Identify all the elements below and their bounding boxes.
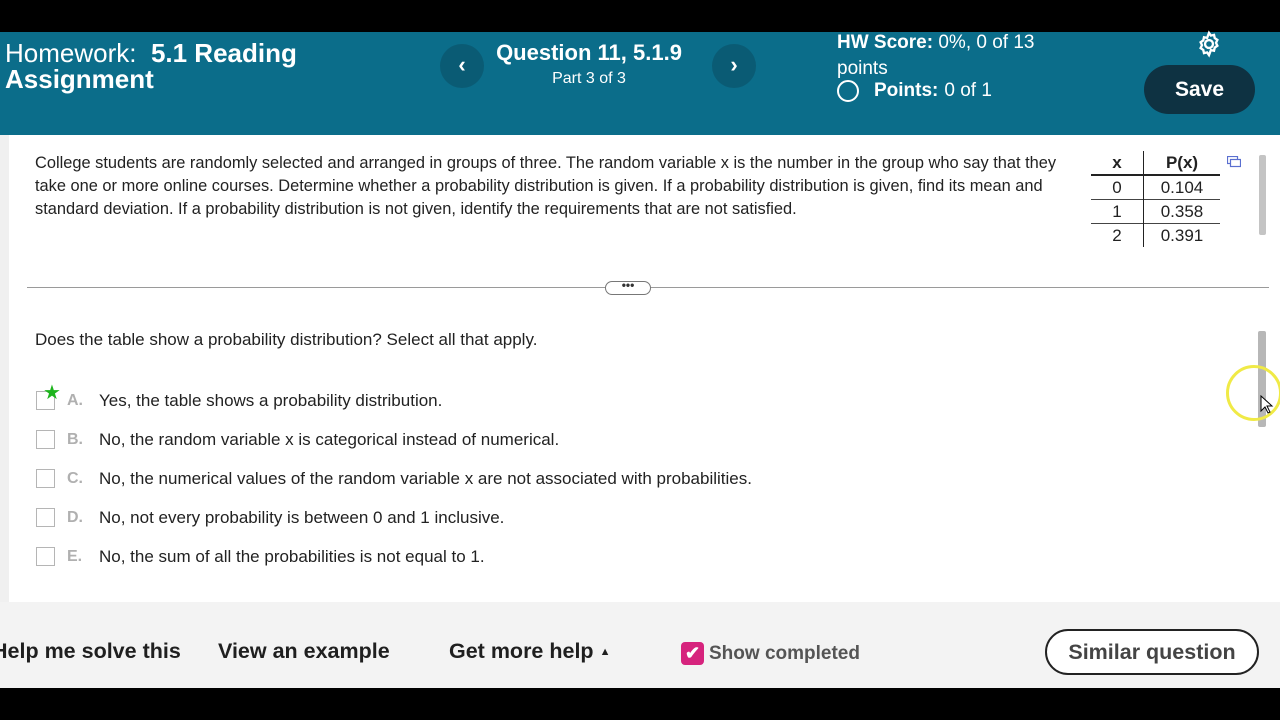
answer-options: ★ A. Yes, the table shows a probability … — [36, 381, 752, 576]
get-more-help-menu[interactable]: Get more help ▲ — [449, 639, 610, 664]
table-cell-x: 0 — [1091, 174, 1144, 200]
star-icon: ★ — [43, 382, 61, 404]
caret-up-icon: ▲ — [599, 646, 611, 658]
video-letterbox-top — [0, 0, 1280, 32]
answer-prompt: Does the table show a probability distri… — [35, 330, 538, 349]
table-header-x: x — [1091, 151, 1144, 176]
table-header-px: P(x) — [1143, 151, 1220, 176]
probability-table: x P(x) 0 0.104 1 0.358 2 0.391 — [1091, 151, 1220, 247]
answer-scrollbar[interactable] — [1256, 323, 1268, 581]
option-letter: B. — [67, 430, 83, 448]
get-more-help-label: Get more help — [449, 639, 594, 663]
table-cell-x: 1 — [1091, 199, 1144, 224]
points-status-icon — [837, 80, 859, 102]
save-button[interactable]: Save — [1144, 65, 1255, 114]
previous-question-button[interactable]: ‹ — [440, 44, 484, 88]
table-scrollbar[interactable] — [1257, 149, 1267, 259]
checkbox[interactable]: ★ — [36, 382, 61, 410]
answer-option-a[interactable]: ★ A. Yes, the table shows a probability … — [36, 381, 752, 420]
hw-score: HW Score: 0%, 0 of 13 points — [837, 30, 1077, 82]
table-row: 2 0.391 — [1091, 223, 1220, 247]
option-text: Yes, the table shows a probability distr… — [99, 390, 443, 410]
assignment-header: Homework: 5.1 Reading Assignment ‹ Quest… — [0, 30, 1280, 135]
popout-icon[interactable] — [1227, 156, 1241, 168]
mouse-pointer-icon — [1260, 395, 1274, 414]
option-letter: D. — [67, 508, 83, 526]
table-header-row: x P(x) — [1091, 151, 1220, 176]
gear-icon[interactable] — [1195, 30, 1223, 58]
checkbox[interactable] — [36, 430, 55, 449]
option-letter: A. — [67, 391, 83, 409]
video-letterbox-bottom — [0, 688, 1280, 720]
footer-toolbar: Help me solve this View an example Get m… — [0, 602, 1280, 688]
question-title: Question 11, 5.1.9 — [496, 40, 682, 65]
view-example-link[interactable]: View an example — [218, 639, 390, 664]
points: Points: 0 of 1 — [837, 80, 992, 102]
option-text: No, the random variable x is categorical… — [99, 429, 560, 449]
show-completed-toggle[interactable]: ✔ Show completed — [681, 642, 860, 665]
table-row: 1 0.358 — [1091, 199, 1220, 224]
left-scroll-edge — [0, 135, 9, 602]
homework-title: Homework: 5.1 Reading Assignment — [5, 40, 425, 92]
option-text: No, not every probability is between 0 a… — [99, 507, 505, 527]
answer-option-c[interactable]: C. No, the numerical values of the rando… — [36, 459, 752, 498]
question-part: Part 3 of 3 — [552, 70, 626, 87]
points-value: 0 of 1 — [944, 80, 992, 101]
pane-resize-handle[interactable]: ••• — [605, 279, 651, 295]
option-letter: C. — [67, 469, 83, 487]
question-content: College students are randomly selected a… — [0, 135, 1280, 602]
checkbox[interactable] — [36, 469, 55, 488]
option-text: No, the numerical values of the random v… — [99, 468, 752, 488]
checkbox[interactable] — [36, 547, 55, 566]
table-cell-px: 0.104 — [1143, 174, 1220, 200]
table-cell-px: 0.358 — [1143, 199, 1220, 224]
help-me-solve-link[interactable]: Help me solve this — [0, 639, 181, 664]
next-question-button[interactable]: › — [712, 44, 756, 88]
checkmark-icon[interactable]: ✔ — [681, 642, 704, 665]
answer-option-b[interactable]: B. No, the random variable x is categori… — [36, 420, 752, 459]
table-cell-px: 0.391 — [1143, 223, 1220, 247]
question-text: College students are randomly selected a… — [35, 154, 1057, 218]
table-cell-x: 2 — [1091, 223, 1144, 247]
option-text: No, the sum of all the probabilities is … — [99, 546, 485, 566]
hw-score-label: HW Score: — [837, 32, 934, 53]
answer-option-d[interactable]: D. No, not every probability is between … — [36, 498, 752, 537]
table-row: 0 0.104 — [1091, 174, 1220, 200]
answer-option-e[interactable]: E. No, the sum of all the probabilities … — [36, 537, 752, 576]
show-completed-label: Show completed — [709, 642, 860, 664]
checkbox[interactable] — [36, 508, 55, 527]
table-scrollbar-thumb[interactable] — [1259, 155, 1266, 235]
option-letter: E. — [67, 547, 83, 565]
points-label: Points: — [874, 80, 939, 101]
similar-question-button[interactable]: Similar question — [1045, 629, 1259, 675]
